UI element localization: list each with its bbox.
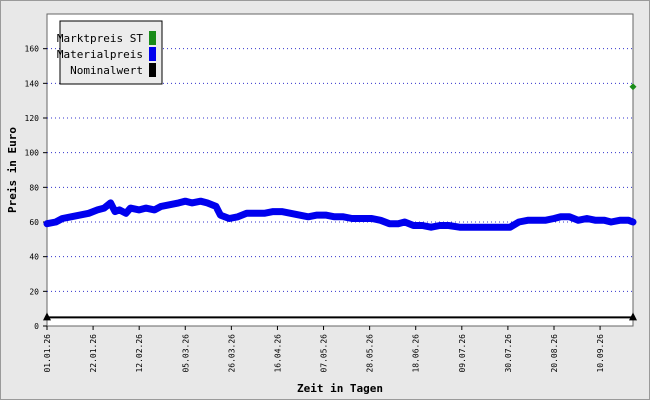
x-tick-label: 09.07.26	[458, 334, 467, 373]
legend-label: Nominalwert	[70, 64, 143, 77]
legend-label: Marktpreis ST	[57, 32, 143, 45]
x-axis-title: Zeit in Tagen	[297, 382, 383, 395]
legend-label: Materialpreis	[57, 48, 143, 61]
legend-swatch	[149, 63, 156, 77]
x-tick-label: 01.01.26	[43, 334, 52, 373]
x-tick-label: 18.06.26	[412, 334, 421, 373]
y-tick-label: 0	[34, 322, 39, 331]
y-axis-ticks: 0 20 40 60 80 100 120 140 160	[25, 45, 47, 331]
x-tick-label: 28.05.26	[366, 334, 375, 373]
y-tick-label: 100	[25, 149, 40, 158]
y-tick-label: 40	[29, 253, 39, 262]
x-tick-label: 05.03.26	[181, 334, 190, 373]
x-tick-label: 20.08.26	[550, 334, 559, 373]
x-axis-ticks: 01.01.26 22.01.26 12.02.26 05.03.26 26.03.26…	[43, 326, 605, 373]
x-tick-label: 26.03.26	[227, 334, 236, 373]
x-tick-label: 30.07.26	[504, 334, 513, 373]
x-tick-label: 22.01.26	[89, 334, 98, 373]
x-tick-label: 12.02.26	[135, 334, 144, 373]
price-chart: 0 20 40 60 80 100 120 140 160 01.01.26 22.01.26 12…	[6, 13, 637, 395]
legend-swatch	[149, 47, 156, 61]
y-tick-label: 120	[25, 114, 40, 123]
y-tick-label: 20	[29, 287, 39, 296]
y-tick-label: 140	[25, 79, 40, 88]
legend-swatch	[149, 31, 156, 45]
y-tick-label: 60	[29, 218, 39, 227]
y-axis-title: Preis in Euro	[6, 127, 19, 213]
y-tick-label: 80	[29, 183, 39, 192]
x-tick-label: 07.05.26	[320, 334, 329, 373]
x-tick-label: 16.04.26	[273, 334, 282, 373]
legend: Marktpreis ST Materialpreis Nominalwert	[57, 20, 163, 85]
y-tick-label: 160	[25, 45, 40, 54]
x-tick-label: 10.09.26	[596, 334, 605, 373]
